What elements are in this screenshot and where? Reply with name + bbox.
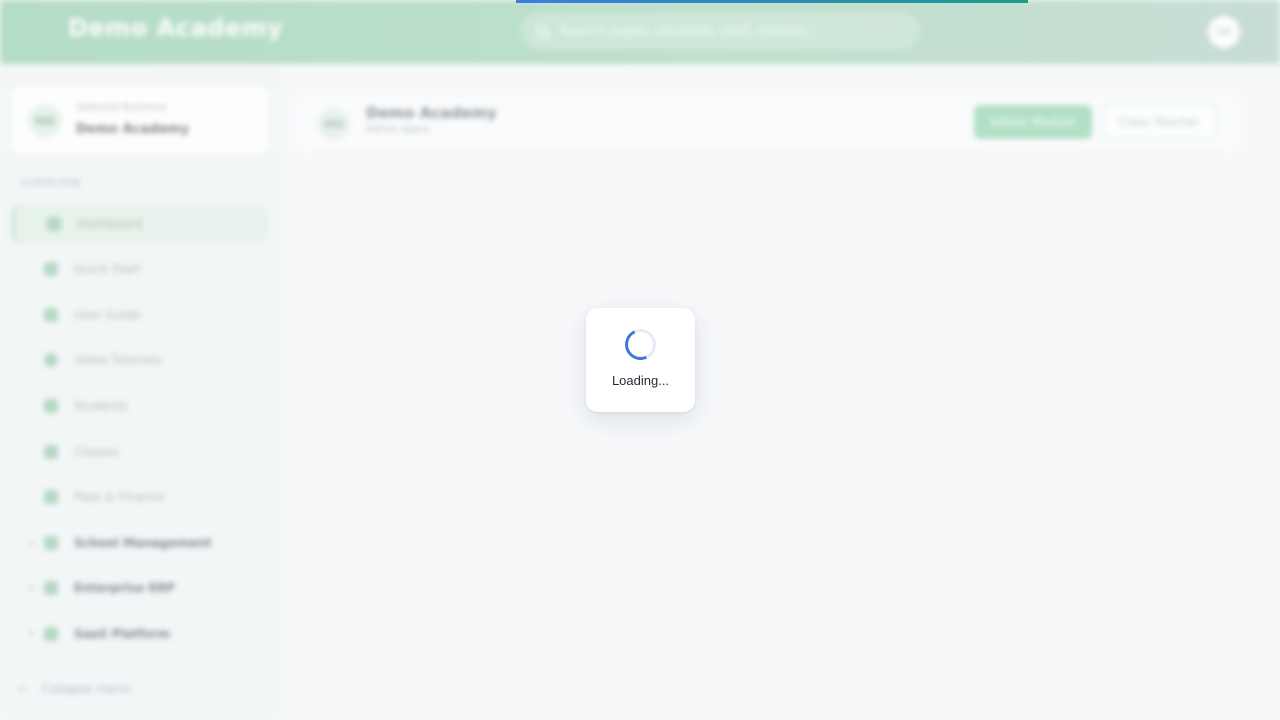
sidebar-item-students[interactable]: Students (12, 387, 268, 425)
class-teacher-button[interactable]: Class Teacher (1102, 105, 1216, 139)
sidebar-item-video-tutorials[interactable]: Video Tutorials (12, 341, 268, 379)
chevron-right-icon: ▸ (30, 538, 35, 548)
school-label: Selected Business (76, 102, 167, 113)
sidebar-item-label: Dashboard (77, 217, 143, 231)
sidebar-item-label: Quick Start (74, 262, 142, 276)
sidebar-item-label: Classes (74, 445, 120, 459)
admin-module-button[interactable]: Admin Module (974, 105, 1092, 139)
progress-fill (515, 0, 1028, 3)
chevron-right-icon: ▸ (30, 629, 35, 639)
building-icon (44, 581, 58, 595)
nav-section-heading: OVERVIEW (20, 178, 82, 189)
spinner-icon (620, 324, 661, 365)
wallet-icon (44, 490, 58, 504)
home-icon (47, 217, 61, 231)
collapse-menu-label: Collapse menu (41, 682, 131, 696)
school-name: Demo Academy (76, 122, 190, 137)
sidebar-item-dashboard[interactable]: Dashboard (12, 205, 268, 243)
header-logo: MD (318, 108, 350, 140)
page-subtitle: Admin space (366, 124, 431, 135)
sidebar-item-label: Enterprise ERP (74, 581, 175, 595)
sidebar-item-label: Students (74, 399, 128, 413)
play-icon (44, 353, 58, 367)
top-bar: Demo Academy DA (0, 0, 1280, 64)
collapse-menu-button[interactable]: « Collapse menu (18, 682, 130, 696)
sidebar-item-label: Video Tutorials (74, 353, 162, 367)
loading-dialog: Loading... (586, 308, 695, 412)
sidebar-item-quick-start[interactable]: Quick Start (12, 250, 268, 288)
page-header: MD Demo Academy Admin space Admin Module… (296, 96, 1240, 150)
sidebar-item-label: Fees & Finance (74, 490, 165, 504)
building-icon (44, 536, 58, 550)
brand-title: Demo Academy (68, 14, 284, 42)
page-load-progress (0, 0, 1280, 3)
search-input[interactable] (560, 23, 890, 39)
sidebar-item-label: SaaS Platform (74, 627, 171, 641)
student-icon (44, 399, 58, 413)
sidebar: MD Selected Business Demo Academy OVERVI… (0, 64, 280, 720)
loading-text: Loading... (611, 373, 670, 388)
book-icon (44, 308, 58, 322)
sidebar-item-user-guide[interactable]: User Guide (12, 296, 268, 334)
chevron-right-icon: ▸ (30, 583, 35, 593)
monitor-icon (44, 445, 58, 459)
cloud-icon (44, 627, 58, 641)
sidebar-item-label: School Management (74, 536, 212, 550)
sidebar-item-school-management[interactable]: ▸ School Management (12, 524, 268, 562)
page-title: Demo Academy (366, 104, 497, 122)
sidebar-item-fees-finance[interactable]: Fees & Finance (12, 478, 268, 516)
search-bar[interactable] (520, 12, 920, 50)
school-selector[interactable]: MD Selected Business Demo Academy (12, 86, 268, 154)
sidebar-item-enterprise-erp[interactable]: ▸ Enterprise ERP (12, 569, 268, 607)
rocket-icon (44, 262, 58, 276)
search-icon (536, 25, 548, 37)
avatar[interactable]: DA (1208, 16, 1240, 48)
sidebar-item-saas-platform[interactable]: ▸ SaaS Platform (12, 615, 268, 653)
sidebar-item-classes[interactable]: Classes (12, 433, 268, 471)
double-chevron-left-icon: « (18, 682, 26, 696)
sidebar-item-label: User Guide (74, 308, 141, 322)
school-logo: MD (28, 104, 62, 138)
